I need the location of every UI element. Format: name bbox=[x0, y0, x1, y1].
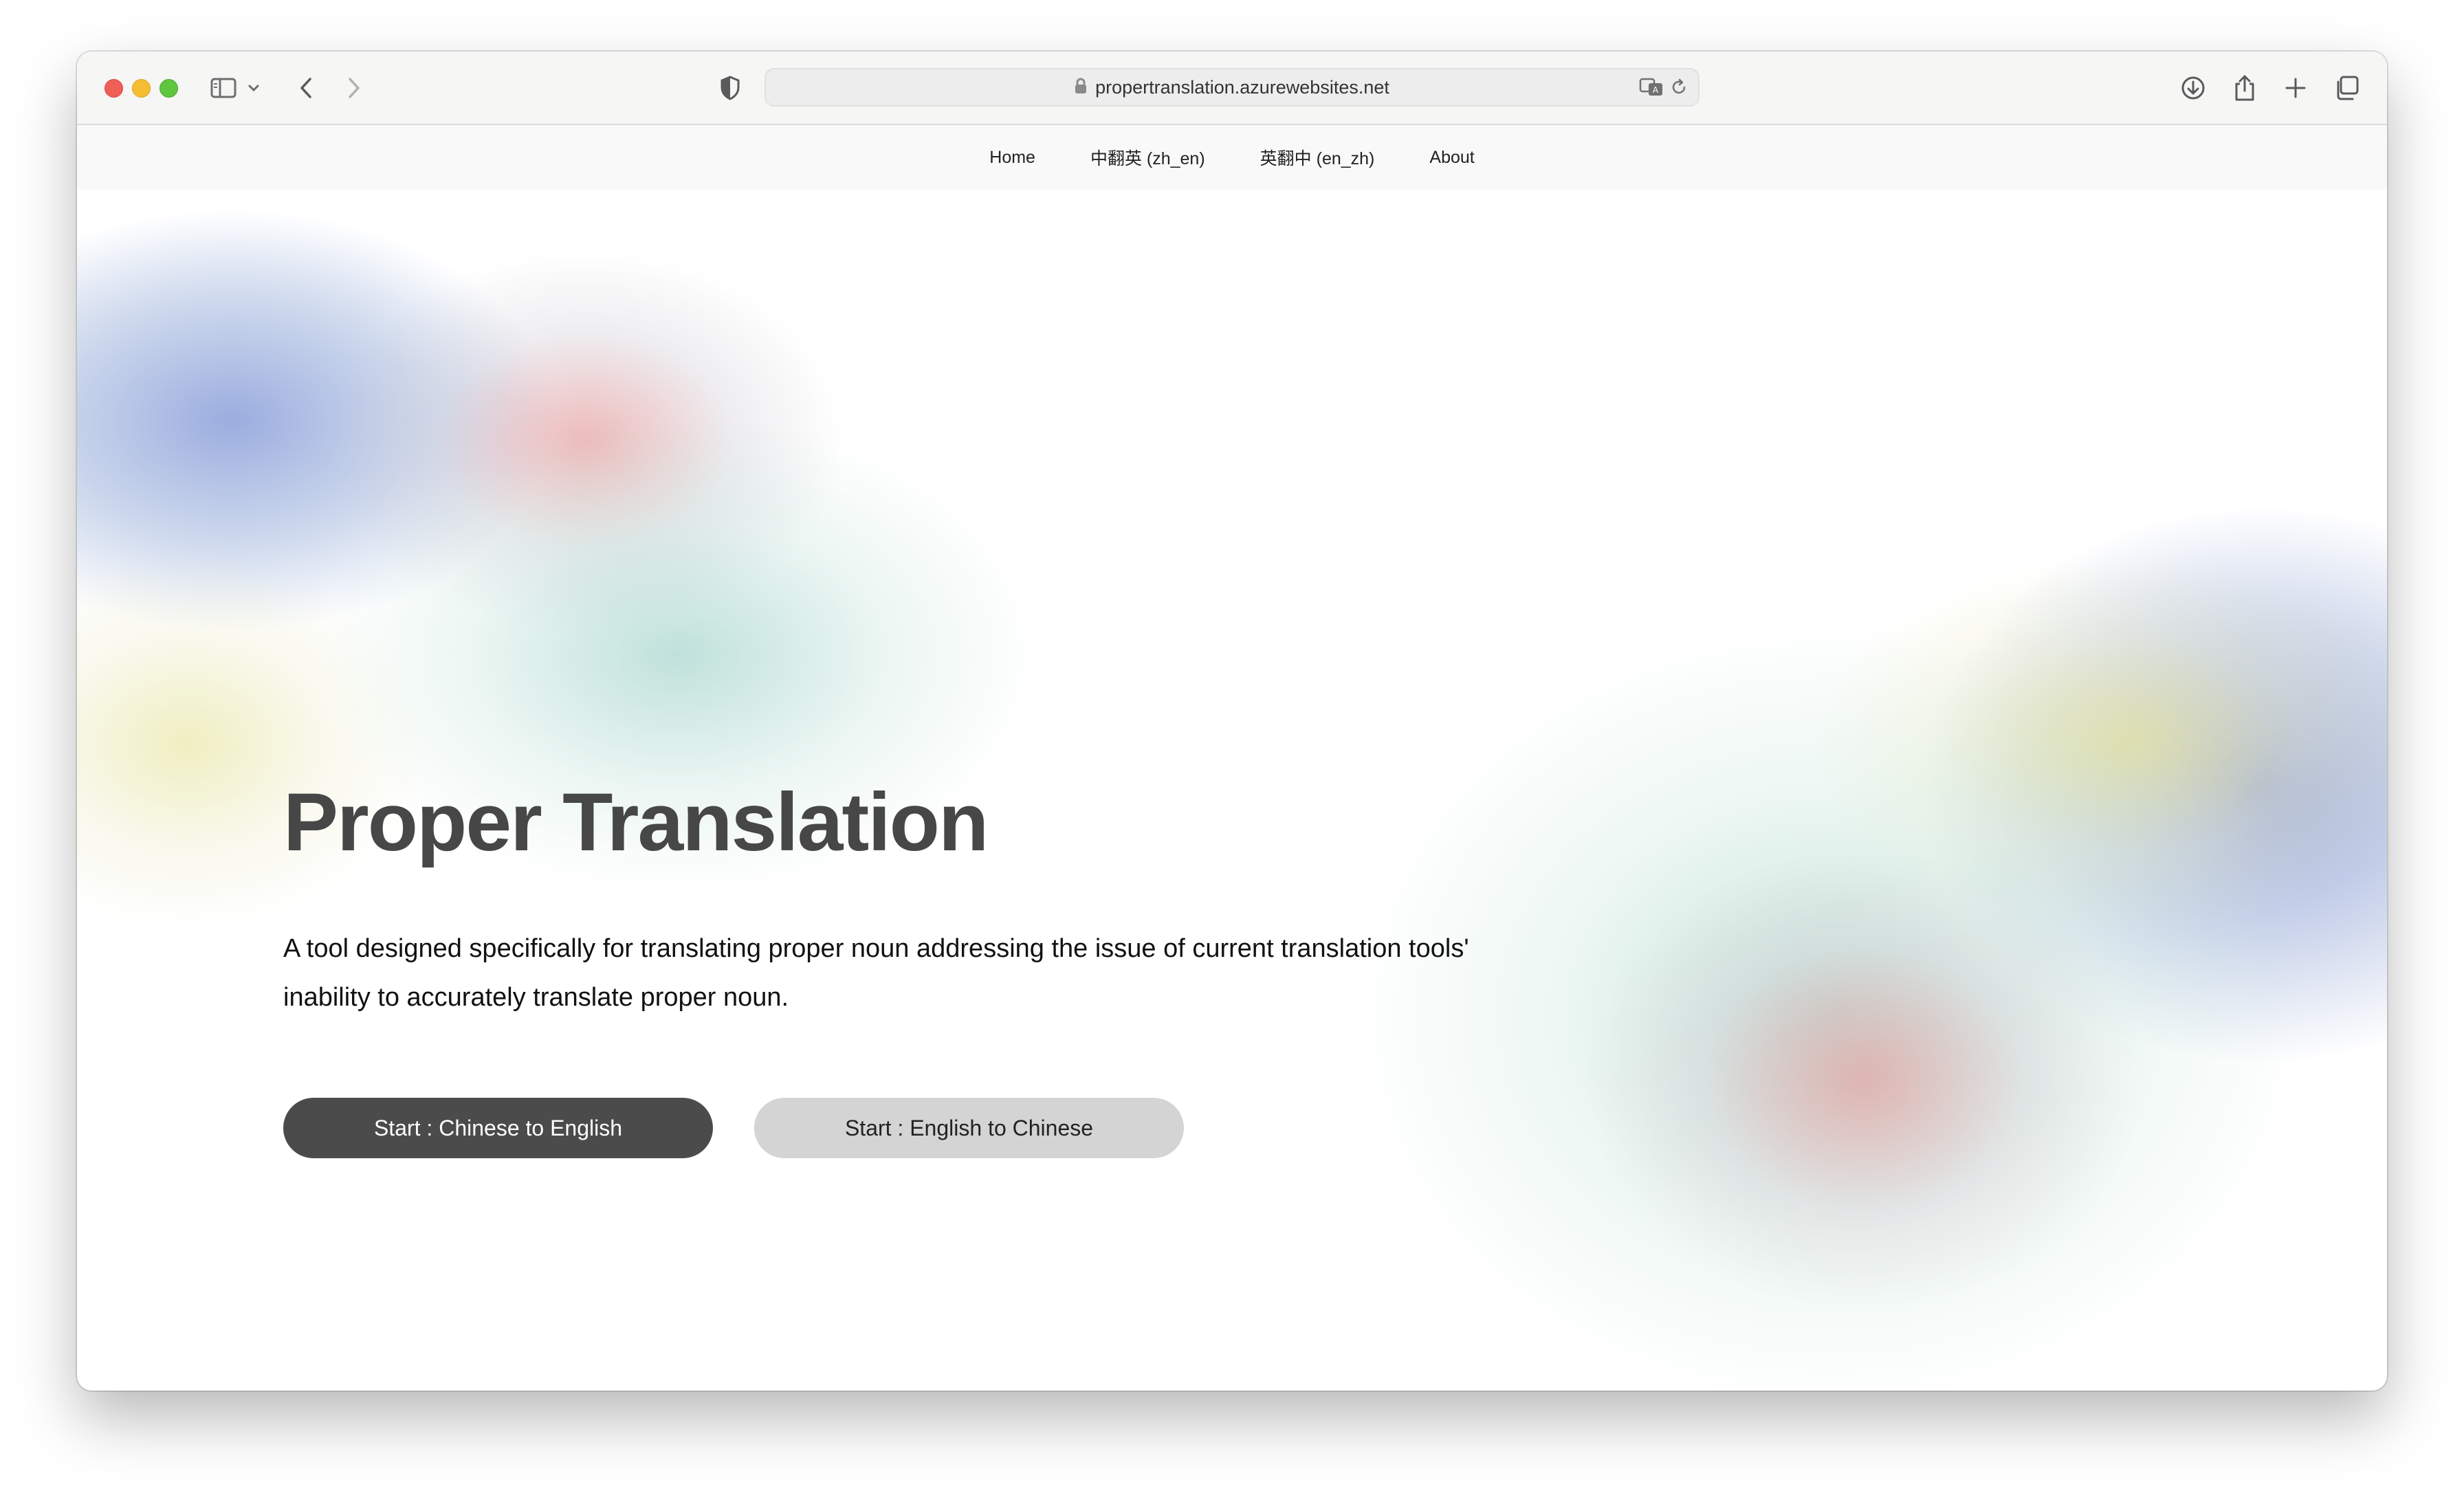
close-window-button[interactable] bbox=[104, 79, 123, 98]
desktop: propertranslation.azurewebsites.net A Ho… bbox=[0, 0, 2464, 1493]
hero-section: Proper Translation A tool designed speci… bbox=[283, 775, 1590, 1158]
back-icon[interactable] bbox=[290, 72, 322, 104]
download-icon[interactable] bbox=[2177, 72, 2209, 104]
browser-window: propertranslation.azurewebsites.net A Ho… bbox=[77, 52, 2387, 1391]
privacy-shield-icon[interactable] bbox=[714, 72, 746, 104]
nav-home[interactable]: Home bbox=[989, 148, 1035, 168]
browser-toolbar: propertranslation.azurewebsites.net A bbox=[77, 52, 2387, 125]
nav-about[interactable]: About bbox=[1429, 148, 1474, 168]
site-navbar: Home 中翻英 (zh_en) 英翻中 (en_zh) About bbox=[77, 125, 2387, 190]
hero-title: Proper Translation bbox=[283, 776, 989, 868]
nav-zh-en[interactable]: 中翻英 (zh_en) bbox=[1090, 145, 1205, 170]
new-tab-icon[interactable] bbox=[2280, 72, 2311, 104]
share-icon[interactable] bbox=[2229, 72, 2260, 104]
hero-description: A tool designed specifically for transla… bbox=[283, 934, 1469, 1012]
sidebar-icon[interactable] bbox=[208, 72, 239, 104]
address-bar[interactable]: propertranslation.azurewebsites.net A bbox=[764, 68, 1700, 107]
lock-icon bbox=[1075, 78, 1087, 98]
zoom-window-button[interactable] bbox=[160, 79, 178, 98]
tab-overview-icon[interactable] bbox=[2331, 72, 2362, 104]
nav-en-zh[interactable]: 英翻中 (en_zh) bbox=[1260, 145, 1375, 170]
chevron-down-icon[interactable] bbox=[243, 72, 264, 104]
reload-icon[interactable] bbox=[1669, 78, 1688, 100]
translate-icon[interactable]: A bbox=[1639, 76, 1664, 102]
minimize-window-button[interactable] bbox=[132, 79, 151, 98]
svg-text:A: A bbox=[1653, 85, 1659, 95]
start-chinese-to-english-button[interactable]: Start : Chinese to English bbox=[283, 1098, 713, 1158]
forward-icon[interactable] bbox=[338, 72, 370, 104]
web-page: Home 中翻英 (zh_en) 英翻中 (en_zh) About Prope… bbox=[77, 125, 2387, 1391]
start-english-to-chinese-button[interactable]: Start : English to Chinese bbox=[754, 1098, 1184, 1158]
hero-buttons: Start : Chinese to English Start : Engli… bbox=[283, 1098, 1590, 1158]
background-blob bbox=[1583, 847, 2146, 1314]
url-text: propertranslation.azurewebsites.net bbox=[1095, 76, 1389, 98]
